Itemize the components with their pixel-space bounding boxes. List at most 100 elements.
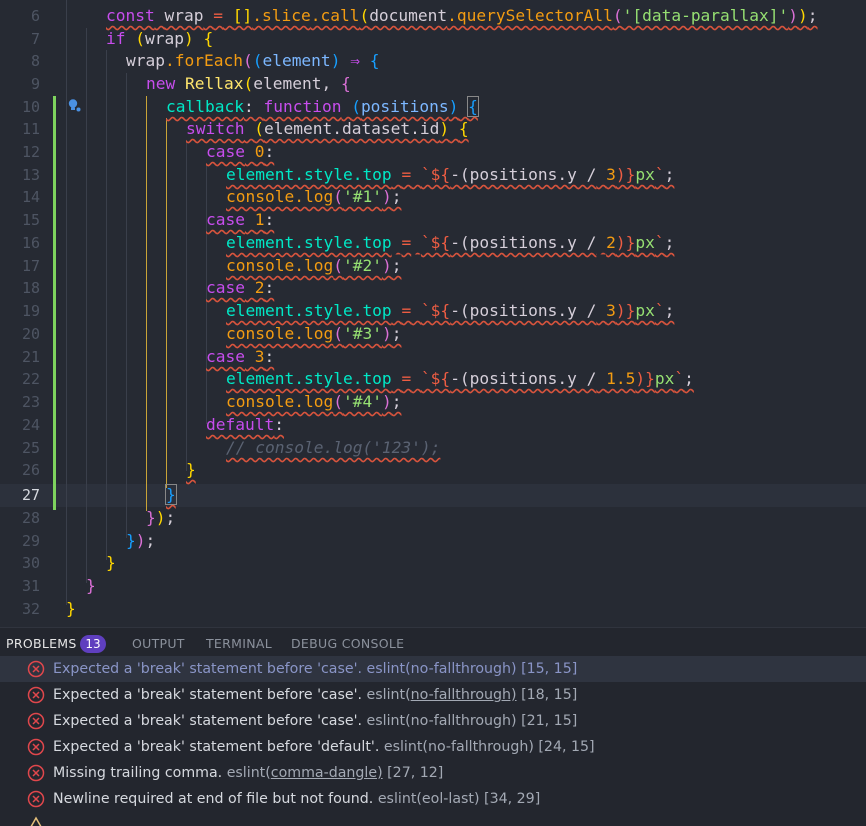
bottom-panel: PROBLEMS 13 OUTPUT TERMINAL DEBUG CONSOL… [0,627,866,826]
line-number: 10 [21,98,40,116]
code-line: 11 switch (element.dataset.id) { [0,118,866,141]
problem-position: [34, 29] [484,791,541,807]
code-line: 9 new Rellax(element, { [0,73,866,96]
rule-link[interactable]: comma-dangle) [271,765,383,781]
code-line: 6 const wrap = [].slice.call(document.qu… [0,5,866,28]
code-text: element.style.top = `${-(positions.y / 2… [226,233,675,252]
code-text: callback: function (positions) { [166,96,479,117]
problem-position: [27, 12] [387,765,444,781]
line-number: 21 [21,348,40,366]
code-text: // console.log('123'); [226,438,441,457]
line-number: 29 [21,532,40,550]
problem-item[interactable]: Missing trailing comma. eslint(comma-dan… [0,760,866,786]
code-text: }); [126,531,156,550]
code-text: } [165,484,177,505]
problem-item[interactable]: Newline required at end of file but not … [0,786,866,812]
line-number: 18 [21,279,40,297]
code-line: 28 }); [0,507,866,530]
code-line: 32 } [0,598,866,621]
code-text: case 3: [206,347,275,366]
code-line: 14 console.log('#1'); [0,186,866,209]
error-icon [27,738,45,756]
problem-position: [15, 15] [521,661,578,677]
code-text: console.log('#4'); [226,392,402,411]
line-number: 15 [21,211,40,229]
problems-count-badge: 13 [80,635,106,653]
problem-item[interactable]: Expected a 'break' statement before 'cas… [0,656,866,682]
line-number: 9 [30,75,40,93]
line-number: 19 [21,302,40,320]
line-number: 32 [21,600,40,618]
code-line: 23 console.log('#4'); [0,391,866,414]
line-number: 17 [21,257,40,275]
code-line: 25 // console.log('123'); [0,437,866,460]
problem-item[interactable]: Expected a 'break' statement before 'def… [0,734,866,760]
line-number: 31 [21,577,40,595]
problem-item[interactable]: Expected a 'break' statement before 'cas… [0,708,866,734]
code-line: 15 case 1: [0,209,866,232]
problem-message: Newline required at end of file but not … [53,791,374,807]
problem-item-partial[interactable] [0,812,866,826]
code-text: const wrap = [].slice.call(document.quer… [106,6,818,25]
code-line: 26 } [0,459,866,482]
code-line: 22 element.style.top = `${-(positions.y … [0,368,866,391]
code-line: 16 element.style.top = `${-(positions.y … [0,232,866,255]
code-line: 10 callback: function (positions) { [0,96,866,119]
problem-source: eslint(no-fallthrough) [383,739,534,755]
code-line: 20 console.log('#3'); [0,323,866,346]
code-text: element.style.top = `${-(positions.y / 3… [226,165,675,184]
rule-link[interactable]: no-fallthrough) [411,687,517,703]
code-text: element.style.top = `${-(positions.y / 3… [226,301,675,320]
code-line: 19 element.style.top = `${-(positions.y … [0,300,866,323]
problem-source: eslint(no-fallthrough) [366,687,517,703]
code-text: case 0: [206,142,275,161]
problem-source: eslint(no-fallthrough) [366,713,517,729]
code-line: 7 if (wrap) { [0,28,866,51]
line-number: 26 [21,461,40,479]
problem-message: Expected a 'break' statement before 'cas… [53,713,363,729]
code-text: if (wrap) { [106,29,214,48]
code-text: switch (element.dataset.id) { [186,119,469,138]
code-text: } [106,553,116,572]
line-number: 8 [30,52,40,70]
line-number: 25 [21,439,40,457]
code-line: 21 case 3: [0,346,866,369]
code-text: } [186,460,196,479]
line-number: 16 [21,234,40,252]
code-line: 8 wrap.forEach((element) ⇒ { [0,50,866,73]
line-number: 13 [21,166,40,184]
code-text: case 1: [206,210,275,229]
code-line: 29 }); [0,530,866,553]
line-number: 20 [21,325,40,343]
code-text: console.log('#2'); [226,256,402,275]
problem-position: [24, 15] [538,739,595,755]
line-number: 7 [30,30,40,48]
code-editor[interactable]: 6 const wrap = [].slice.call(document.qu… [0,0,866,627]
line-number: 28 [21,509,40,527]
line-number: 22 [21,370,40,388]
error-icon [27,712,45,730]
code-text: case 2: [206,278,275,297]
problem-item[interactable]: Expected a 'break' statement before 'cas… [0,682,866,708]
code-text: } [86,576,96,595]
code-text: element.style.top = `${-(positions.y / 1… [226,369,694,388]
code-line: 27 } [0,484,866,507]
code-line: 13 element.style.top = `${-(positions.y … [0,164,866,187]
problem-message: Expected a 'break' statement before 'cas… [53,687,363,703]
error-icon [27,764,45,782]
code-text: console.log('#1'); [226,187,402,206]
problem-source: eslint(comma-dangle) [226,765,383,781]
code-line: 31 } [0,575,866,598]
line-number: 6 [30,7,40,25]
lightbulb-icon[interactable] [67,98,81,112]
line-number: 23 [21,393,40,411]
code-text: }); [146,508,176,527]
problem-position: [18, 15] [521,687,578,703]
code-line: 18 case 2: [0,277,866,300]
line-number: 14 [21,188,40,206]
line-number: 12 [21,143,40,161]
problem-message: Missing trailing comma. [53,765,223,781]
error-icon [27,660,45,678]
code-text: default: [206,415,284,434]
problem-position: [21, 15] [521,713,578,729]
